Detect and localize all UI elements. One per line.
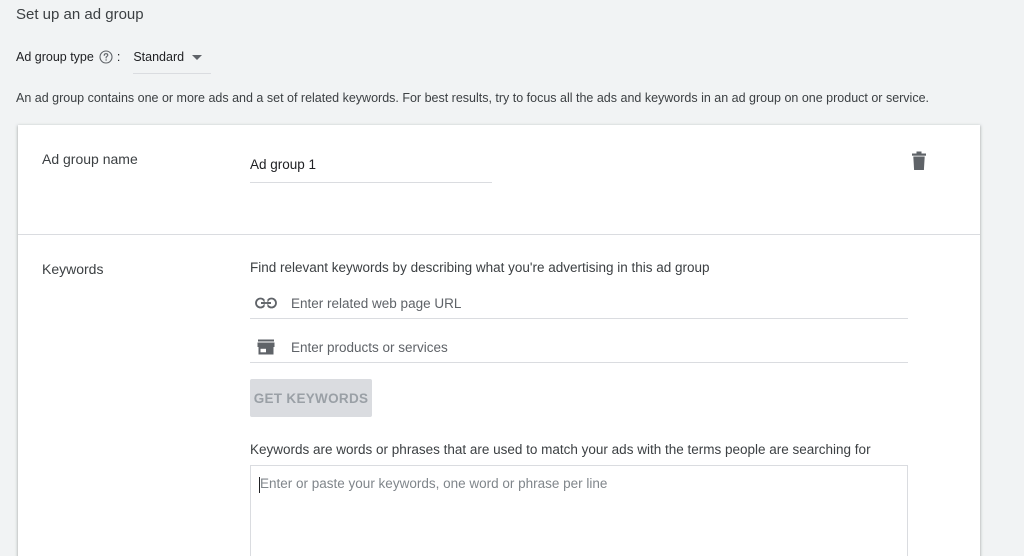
web-page-url-input[interactable]: Enter related web page URL [250, 288, 908, 319]
ad-group-card: Ad group name Ad group 1 Keywords Find r… [18, 125, 980, 556]
ad-group-description: An ad group contains one or more ads and… [16, 91, 930, 105]
ad-group-type-value: Standard [133, 50, 185, 64]
ad-group-name-input[interactable]: Ad group 1 [250, 151, 492, 183]
type-colon: : [116, 50, 121, 64]
products-services-input[interactable]: Enter products or services [250, 332, 908, 363]
ad-group-name-label: Ad group name [42, 151, 138, 167]
ad-group-name-section: Ad group name Ad group 1 [18, 125, 980, 235]
keywords-label: Keywords [42, 261, 104, 277]
ad-group-type-row: Ad group type : Standard [16, 48, 212, 74]
link-icon [254, 291, 278, 315]
trash-icon[interactable] [911, 151, 927, 171]
get-keywords-button[interactable]: GET KEYWORDS [250, 379, 372, 417]
keywords-explanation: Keywords are words or phrases that are u… [250, 442, 871, 457]
page-title: Set up an ad group [16, 6, 144, 23]
ad-group-type-dropdown[interactable]: Standard [133, 48, 212, 74]
help-circle-icon[interactable] [99, 50, 113, 64]
url-placeholder: Enter related web page URL [291, 295, 462, 311]
ad-group-type-label: Ad group type [16, 50, 94, 64]
dropdown-caret-icon [192, 55, 203, 60]
store-icon [254, 335, 278, 359]
products-placeholder: Enter products or services [291, 339, 448, 355]
keyword-finder-hint: Find relevant keywords by describing wha… [250, 260, 710, 275]
keywords-placeholder: Enter or paste your keywords, one word o… [260, 476, 608, 491]
keywords-textarea[interactable]: Enter or paste your keywords, one word o… [250, 465, 908, 556]
ad-group-setup-page: Set up an ad group Ad group type : Stand… [0, 0, 1024, 556]
